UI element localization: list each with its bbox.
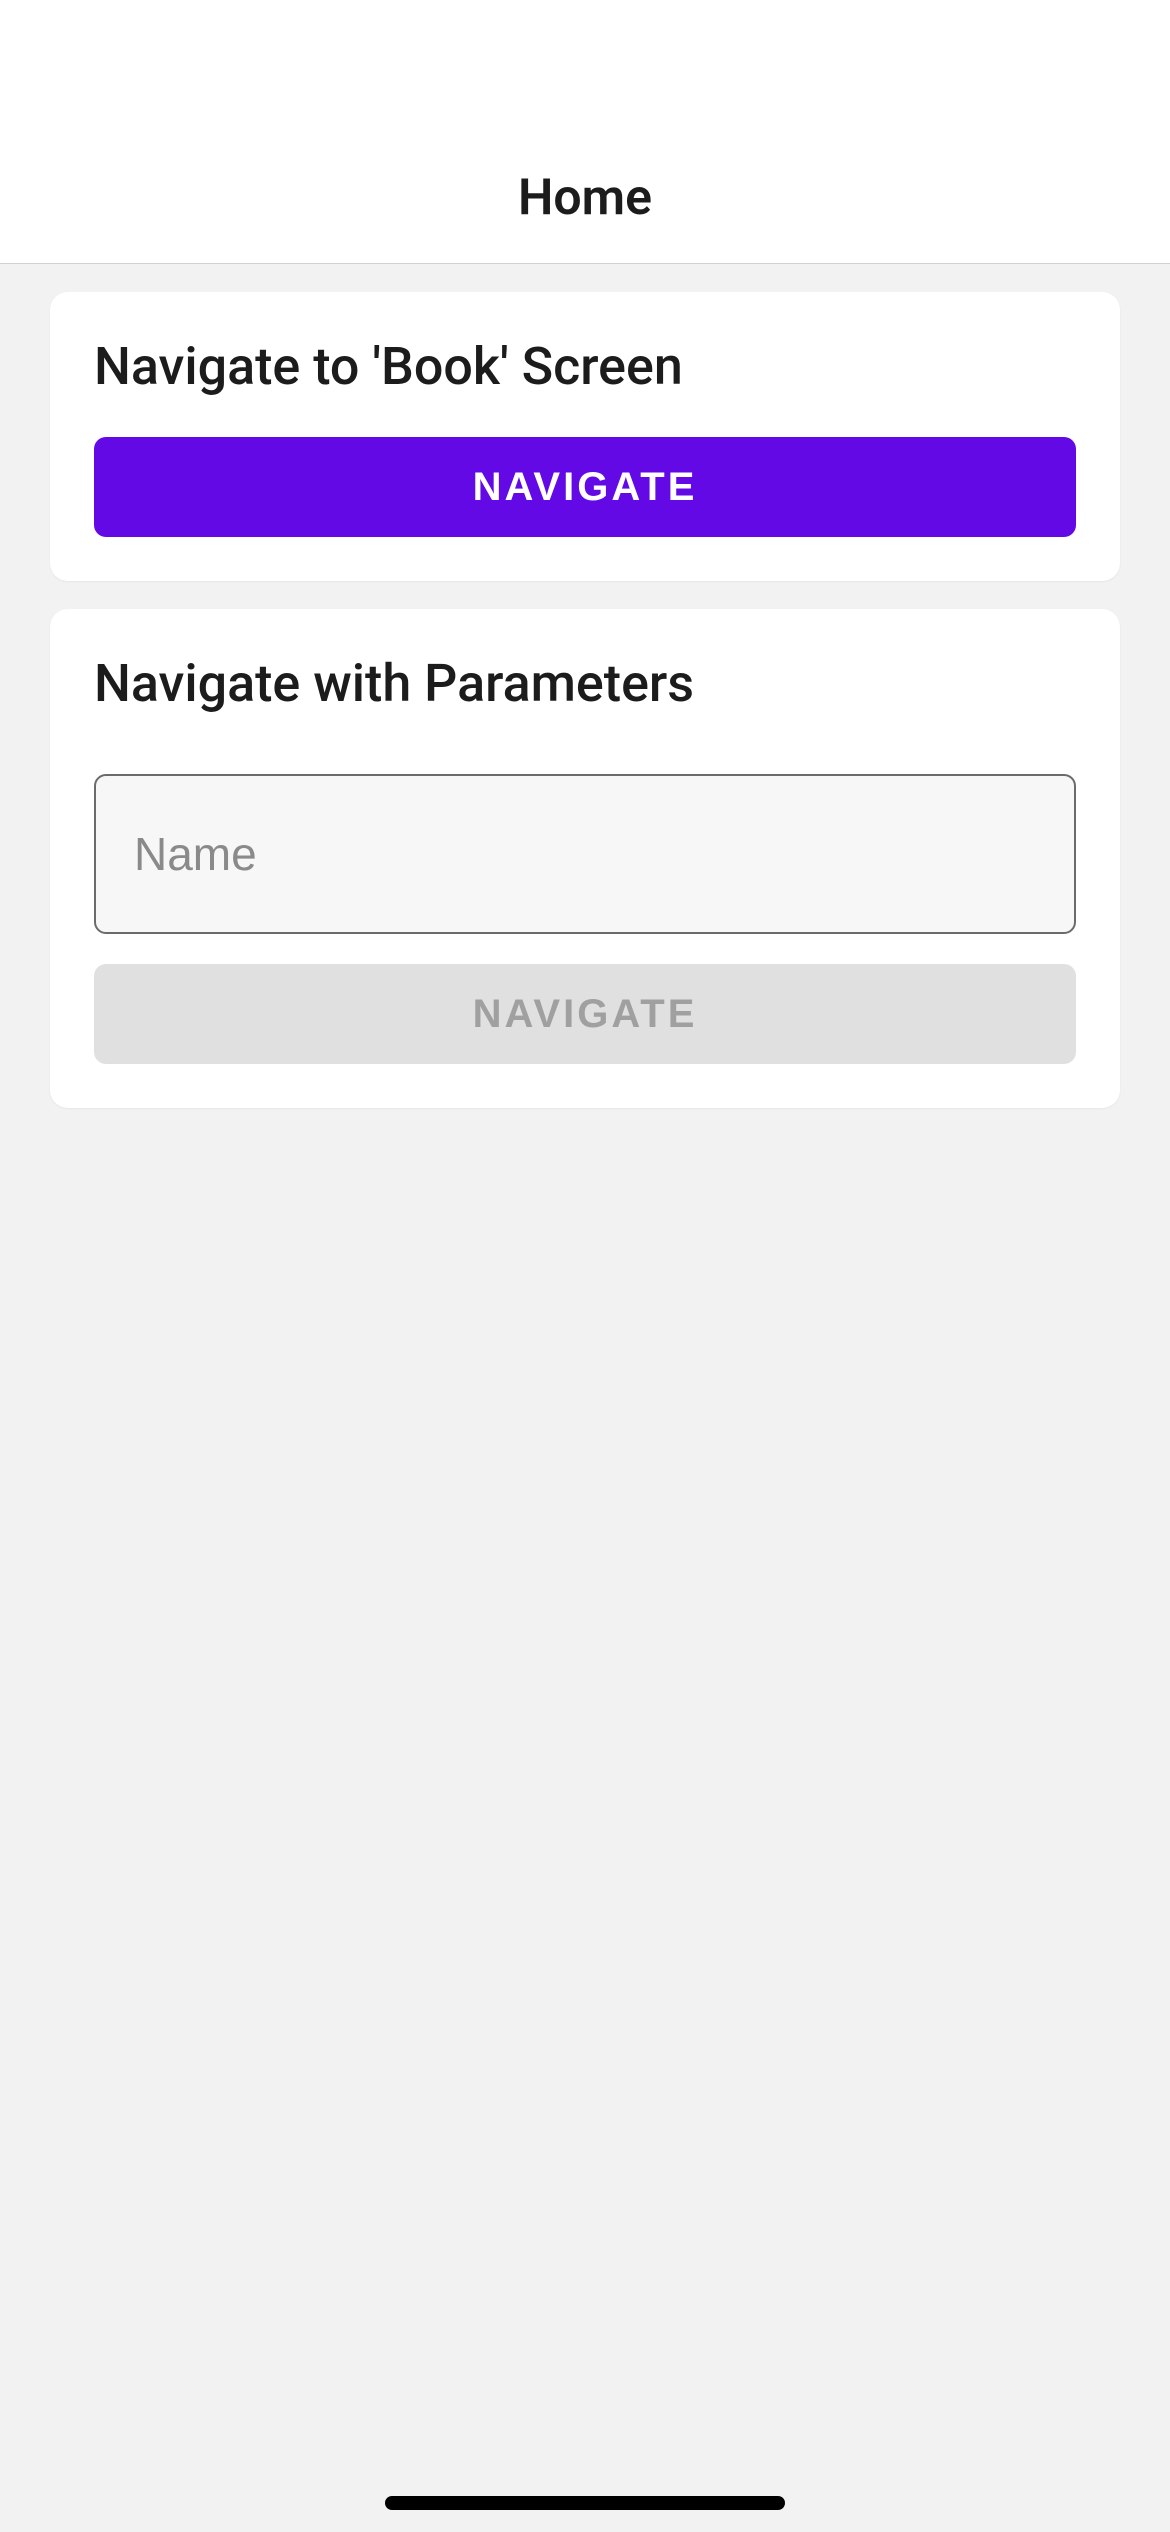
page-title: Home xyxy=(518,169,652,227)
content-area: Navigate to 'Book' Screen NAVIGATE Navig… xyxy=(0,264,1170,2532)
name-field[interactable] xyxy=(94,774,1076,934)
card-title: Navigate to 'Book' Screen xyxy=(94,336,1076,397)
home-indicator[interactable] xyxy=(385,2496,785,2510)
navigate-params-button[interactable]: NAVIGATE xyxy=(94,964,1076,1064)
card-params-navigate: Navigate with Parameters NAVIGATE xyxy=(50,609,1120,1108)
nav-bar: Home xyxy=(0,132,1170,264)
card-book-navigate: Navigate to 'Book' Screen NAVIGATE xyxy=(50,292,1120,581)
navigate-book-button[interactable]: NAVIGATE xyxy=(94,437,1076,537)
status-bar xyxy=(0,0,1170,132)
card-title: Navigate with Parameters xyxy=(94,653,1076,714)
